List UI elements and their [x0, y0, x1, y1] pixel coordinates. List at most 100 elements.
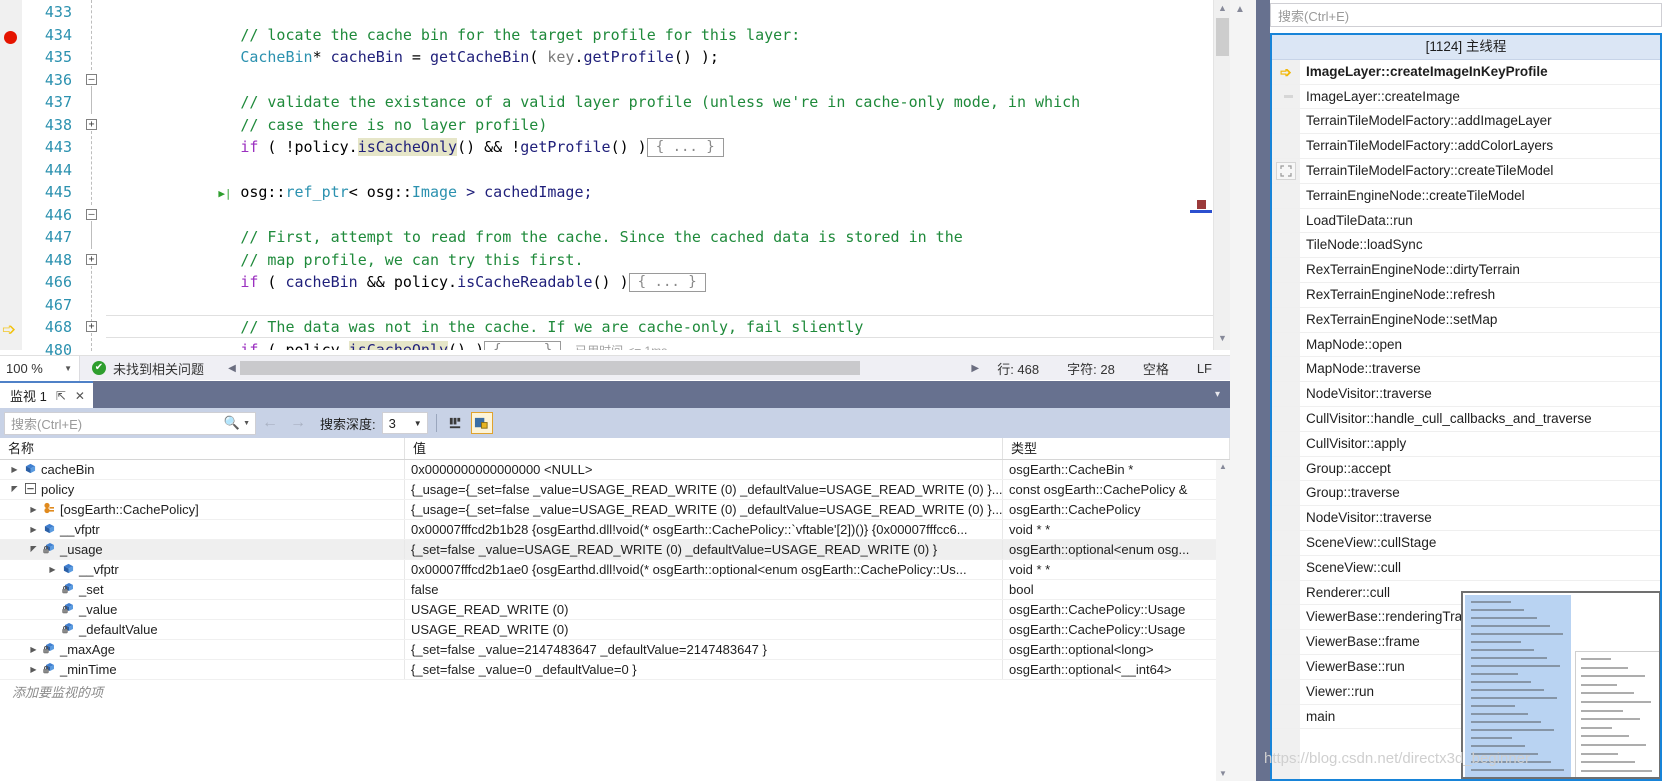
watch-vertical-scrollbar[interactable]: ▲ ▼ — [1216, 460, 1230, 781]
search-depth-selector[interactable]: 3 ▼ — [381, 412, 428, 434]
pin-watch-button[interactable] — [445, 412, 467, 434]
call-stack-frame[interactable]: TerrainTileModelFactory::createTileModel — [1272, 159, 1660, 184]
call-stack-frame[interactable]: SceneView::cullStage — [1272, 531, 1660, 556]
watch-search-input[interactable]: 搜索(Ctrl+E) 🔍 ▼ — [4, 411, 256, 435]
watch-variable-grid[interactable]: 名称 值 类型 ▶ cacheBin 0x0000000000000000 <NUL… — [0, 438, 1230, 781]
watch-cell-name[interactable]: ▶ cacheBin — [0, 460, 405, 479]
call-stack-frame[interactable]: TerrainEngineNode::createTileModel — [1272, 184, 1660, 209]
expander-expand-icon[interactable]: ▶ — [46, 565, 59, 574]
expander-expand-icon[interactable]: ▶ — [27, 665, 40, 674]
call-stack-frame[interactable]: Group::traverse — [1272, 481, 1660, 507]
fold-toggle-collapse[interactable]: – — [86, 74, 97, 85]
tab-watch-1[interactable]: 监视 1 ⇱ ✕ — [0, 381, 93, 408]
call-stack-search-input[interactable]: 搜索(Ctrl+E) — [1270, 3, 1662, 27]
call-stack-list[interactable]: [1124] 主线程 ➩ ImageLayer::createImageInKey… — [1270, 33, 1662, 781]
watch-cell-name[interactable]: ▶ _maxAge — [0, 640, 405, 659]
call-stack-frame[interactable]: NodeVisitor::traverse — [1272, 506, 1660, 531]
hex-display-button[interactable] — [470, 412, 493, 434]
watch-row[interactable]: ▶ _maxAge {_set=false _value=2147483647 _d… — [0, 640, 1230, 660]
editor-horizontal-scrollbar[interactable]: ◀ ▶ — [224, 361, 983, 375]
watch-row[interactable]: ▶ [osgEarth::CachePolicy] {_usage={_set=fa… — [0, 500, 1230, 520]
expander-expand-icon[interactable]: ▶ — [27, 645, 40, 654]
watch-cell-name[interactable]: _value — [0, 600, 405, 619]
watch-row[interactable]: ▶ cacheBin 0x0000000000000000 <NULL> osgEar… — [0, 460, 1230, 480]
chevron-down-icon[interactable]: ▼ — [243, 420, 250, 427]
column-header-type[interactable]: 类型 — [1003, 438, 1230, 459]
call-stack-frame[interactable]: ➩ ImageLayer::createImageInKeyProfile — [1272, 60, 1660, 85]
column-header-value[interactable]: 值 — [405, 438, 1003, 459]
call-stack-side-strip[interactable]: ▲ — [1230, 0, 1256, 781]
call-stack-frame[interactable]: RexTerrainEngineNode::refresh — [1272, 283, 1660, 308]
watch-cell-name[interactable]: ▶ [osgEarth::CachePolicy] — [0, 500, 405, 519]
call-stack-frame[interactable]: CullVisitor::handle_cull_callbacks_and_t… — [1272, 407, 1660, 432]
editor-vertical-scrollbar[interactable]: ▲ ▼ — [1213, 0, 1231, 350]
expand-frame-icon[interactable] — [1276, 161, 1296, 180]
search-next-icon[interactable]: → — [284, 414, 312, 432]
watch-row[interactable]: _set false bool — [0, 580, 1230, 600]
breakpoint-gutter[interactable]: ➩ — [0, 0, 22, 350]
watch-row[interactable]: ▶ __vfptr 0x00007fffcd2b1b28 {osgEarthd.dl… — [0, 520, 1230, 540]
call-stack-frame[interactable]: CullVisitor::apply — [1272, 432, 1660, 457]
call-stack-frame[interactable]: TerrainTileModelFactory::addImageLayer — [1272, 109, 1660, 135]
fold-toggle-expand[interactable]: + — [86, 119, 97, 130]
call-stack-frame[interactable]: MapNode::traverse — [1272, 357, 1660, 383]
watch-row[interactable]: ◢ policy {_usage={_set=false _value=USAGE_… — [0, 480, 1230, 500]
watch-cell-value[interactable]: {_usage={_set=false _value=USAGE_READ_WR… — [405, 480, 1003, 499]
watch-row[interactable]: _value USAGE_READ_WRITE (0) osgEarth::Cach… — [0, 600, 1230, 620]
watch-cell-value[interactable]: false — [405, 580, 1003, 599]
chevron-down-icon[interactable]: ▼ — [414, 419, 422, 428]
code-folding-column[interactable]: – + – + + — [80, 0, 106, 351]
watch-row[interactable]: ▶ _minTime {_set=false _value=0 _defaultVa… — [0, 660, 1230, 680]
expander-collapse-icon[interactable]: ◢ — [27, 545, 40, 554]
scroll-up-arrow[interactable]: ▲ — [1216, 460, 1230, 474]
breakpoint-marker[interactable] — [4, 31, 17, 44]
expander-expand-icon[interactable]: ▶ — [8, 465, 21, 474]
watch-titlebar-menu[interactable]: ▾ — [1215, 381, 1230, 408]
scroll-right-arrow[interactable]: ▶ — [967, 363, 983, 374]
chevron-down-icon[interactable]: ▼ — [64, 364, 72, 373]
call-stack-frame[interactable]: RexTerrainEngineNode::dirtyTerrain — [1272, 258, 1660, 283]
collapsed-code-block[interactable]: { ... } — [646, 138, 724, 157]
watch-cell-value[interactable]: {_set=false _value=USAGE_READ_WRITE (0) … — [405, 540, 1003, 559]
watch-cell-value[interactable]: {_usage={_set=false _value=USAGE_READ_WR… — [405, 500, 1003, 519]
watch-row[interactable]: _defaultValue USAGE_READ_WRITE (0) osgEart… — [0, 620, 1230, 640]
watch-cell-value[interactable]: 0x00007fffcd2b1ae0 {osgEarthd.dll!void(*… — [405, 560, 1003, 579]
call-stack-frame[interactable]: LoadTileData::run — [1272, 209, 1660, 234]
column-header-name[interactable]: 名称 — [0, 438, 405, 459]
watch-cell-name[interactable]: ▶ __vfptr — [0, 560, 405, 579]
call-stack-frame[interactable]: NodeVisitor::traverse — [1272, 382, 1660, 407]
watch-cell-value[interactable]: 0x00007fffcd2b1b28 {osgEarthd.dll!void(*… — [405, 520, 1003, 539]
hscroll-thumb[interactable] — [240, 361, 861, 375]
fold-toggle-expand[interactable]: + — [86, 254, 97, 265]
scroll-up-arrow[interactable]: ▲ — [1214, 0, 1231, 17]
search-icon[interactable]: 🔍 — [224, 415, 240, 431]
scroll-left-arrow[interactable]: ◀ — [224, 363, 240, 374]
call-stack-frame[interactable]: MapNode::open — [1272, 333, 1660, 358]
watch-cell-name[interactable]: _set — [0, 580, 405, 599]
watch-cell-value[interactable]: USAGE_READ_WRITE (0) — [405, 600, 1003, 619]
issues-indicator[interactable]: ✔ 未找到相关问题 — [80, 359, 204, 378]
scroll-up-arrow[interactable]: ▲ — [1235, 4, 1245, 15]
hscroll-track[interactable] — [240, 361, 968, 375]
scroll-down-arrow[interactable]: ▼ — [1214, 330, 1231, 347]
collapsed-code-block[interactable]: { ... } — [628, 273, 706, 292]
watch-cell-value[interactable]: {_set=false _value=0 _defaultValue=0 } — [405, 660, 1003, 679]
call-stack-frame[interactable]: TileNode::loadSync — [1272, 233, 1660, 259]
watch-cell-name[interactable]: ▶ _minTime — [0, 660, 405, 679]
close-icon[interactable]: ✕ — [75, 389, 85, 403]
pin-icon[interactable]: ⇱ — [56, 389, 66, 403]
call-stack-frame[interactable]: SceneView::cull — [1272, 556, 1660, 581]
call-stack-frame[interactable]: RexTerrainEngineNode::setMap — [1272, 308, 1660, 333]
expander-collapse-icon[interactable]: ◢ — [8, 485, 21, 494]
call-stack-frame[interactable]: ImageLayer::createImage — [1272, 85, 1660, 110]
watch-cell-name[interactable]: ▶ __vfptr — [0, 520, 405, 539]
watch-row[interactable]: ◢ _usage {_set=false _value=USAGE_READ_WRI… — [0, 540, 1230, 560]
watch-cell-value[interactable]: 0x0000000000000000 <NULL> — [405, 460, 1003, 479]
watch-cell-value[interactable]: {_set=false _value=2147483647 _defaultVa… — [405, 640, 1003, 659]
expander-expand-icon[interactable]: ▶ — [27, 525, 40, 534]
watch-cell-name[interactable]: ◢ policy — [0, 480, 405, 499]
scroll-down-arrow[interactable]: ▼ — [1216, 767, 1230, 781]
fold-toggle-expand[interactable]: + — [86, 321, 97, 332]
call-stack-frame[interactable]: Group::accept — [1272, 457, 1660, 482]
code-text-area[interactable]: // locate the cache bin for the target p… — [106, 0, 1230, 350]
